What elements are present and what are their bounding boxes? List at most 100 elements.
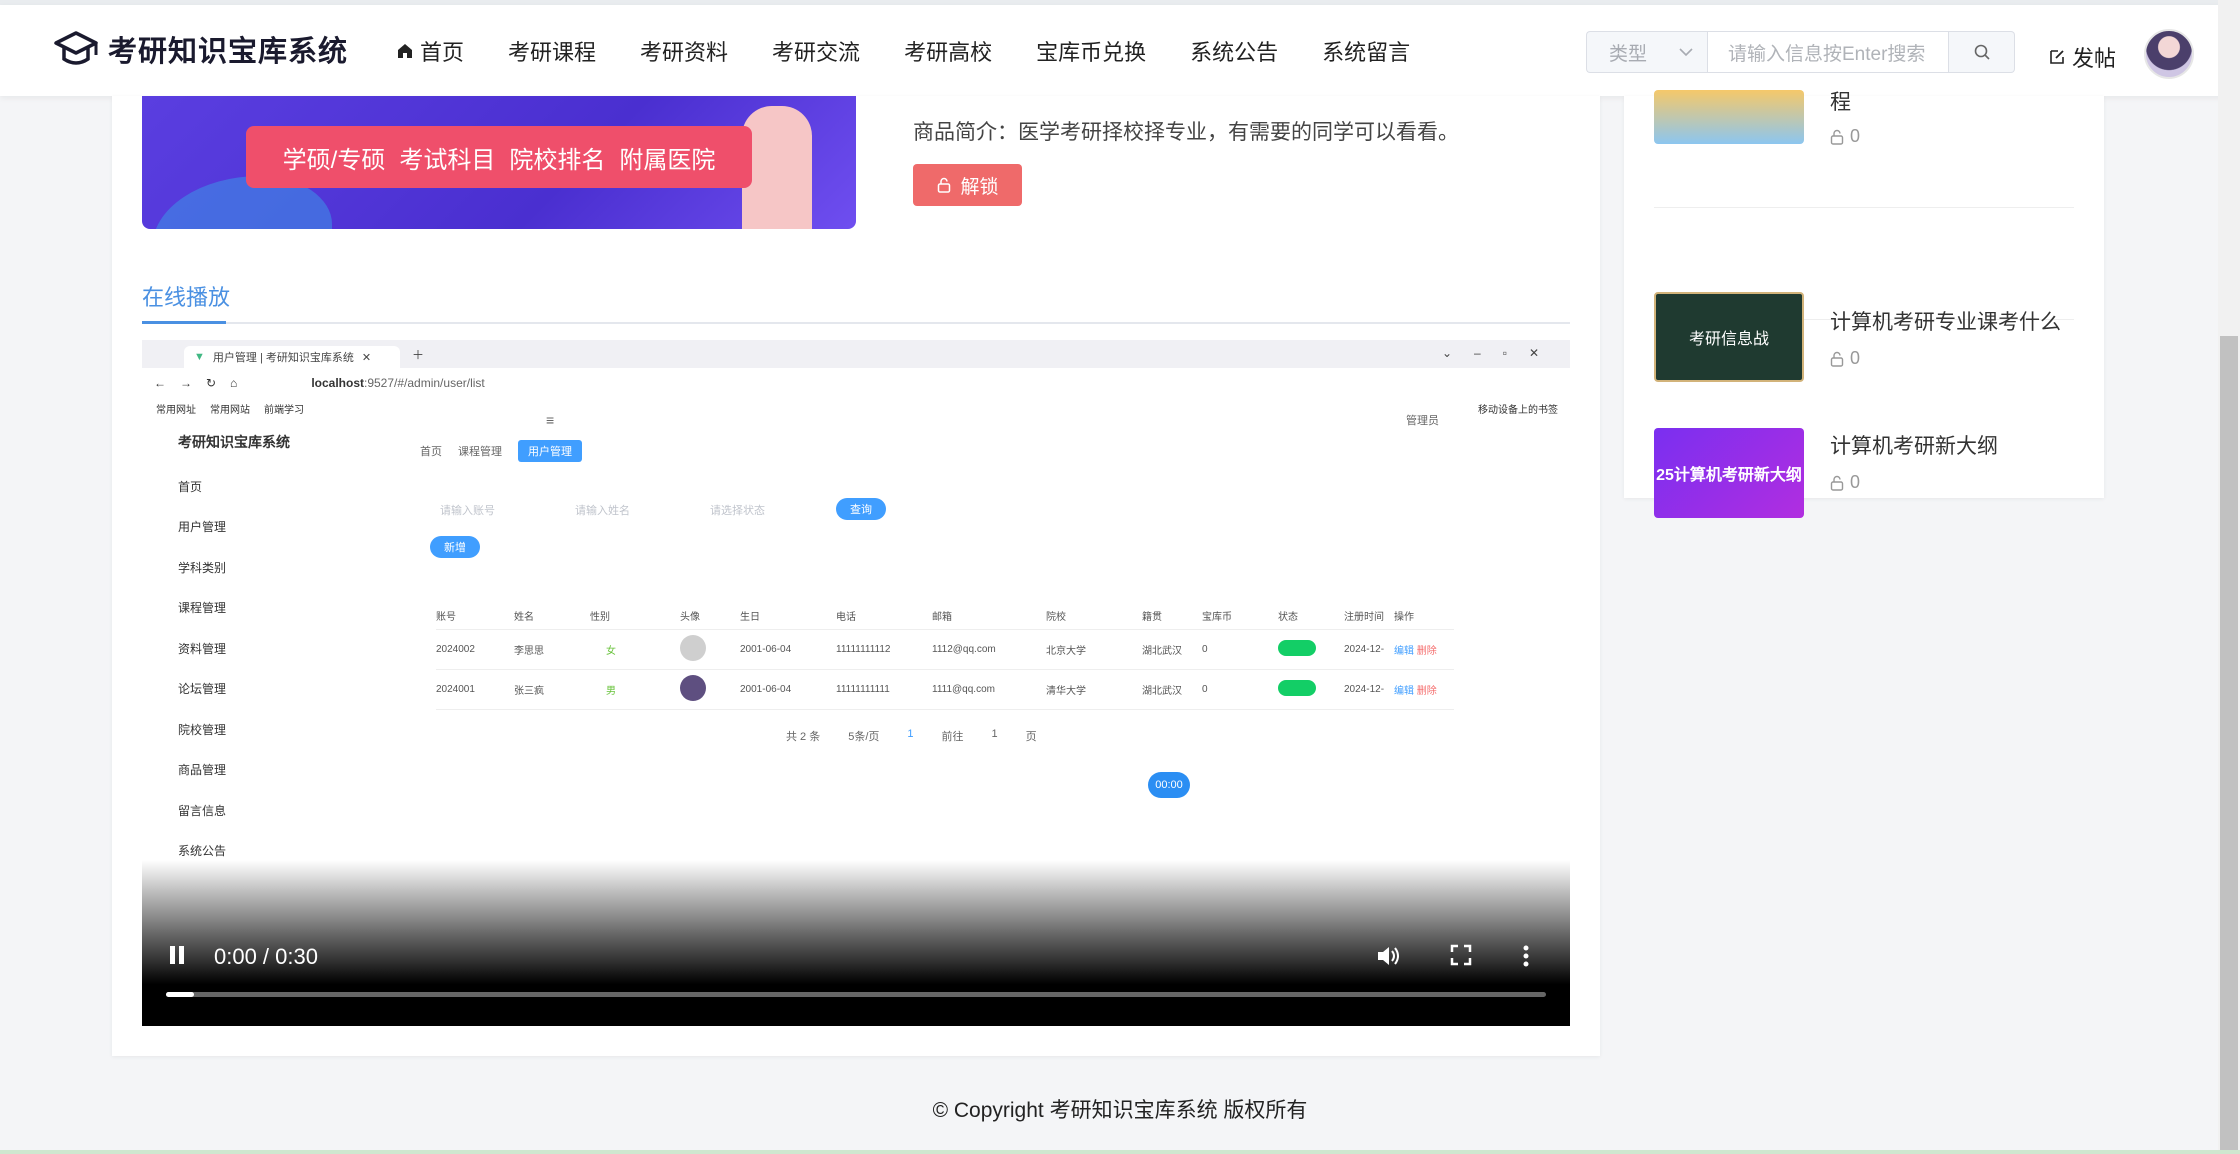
post-button[interactable]: 发帖: [2048, 41, 2116, 73]
video-edit-link: 编辑: [1394, 686, 1414, 697]
related-count-value: 0: [1850, 472, 1861, 492]
video-delete-link: 删除: [1416, 646, 1437, 657]
banner-tag: 考试科目: [399, 146, 496, 174]
search-button[interactable]: [1949, 31, 2015, 73]
search-icon: [1974, 44, 1990, 60]
video-cell: 2024001: [436, 684, 475, 695]
video-col: 院校: [1046, 612, 1066, 623]
fullscreen-icon: [1450, 944, 1472, 966]
search-type-select[interactable]: 类型: [1586, 31, 1707, 73]
video-col: 注册时间: [1344, 612, 1384, 623]
video-cell: 女: [606, 646, 616, 657]
video-crumb: 首页: [420, 446, 442, 458]
video-cell: 清华大学: [1046, 686, 1086, 697]
nav-home-label: 首页: [420, 39, 465, 65]
more-vert-icon: [1523, 945, 1529, 967]
video-table-row: 2024001 张三疯 男 2001-06-04 11111111111 111…: [436, 670, 1454, 710]
video-pager-input: 1: [991, 728, 998, 740]
related-count: 0: [1830, 126, 1860, 147]
menu-toggle-icon: ≡: [546, 412, 555, 428]
video-player[interactable]: ▼ 用户管理 | 考研知识宝库系统 ✕ ＋ ⌄–▫✕ ←→↻⌂ localhos…: [142, 340, 1570, 1026]
video-bookmark: 前端学习: [264, 404, 304, 416]
bottom-strip: [0, 1150, 2240, 1154]
video-cell: 李思思: [514, 646, 544, 657]
fullscreen-button[interactable]: [1450, 944, 1472, 971]
video-pager-unit: 页: [1025, 731, 1037, 743]
tab-online-play[interactable]: 在线播放: [142, 280, 230, 312]
video-progress-fill: [166, 992, 194, 997]
course-banner-image: 学硕/专硕 考试科目 院校排名 附属医院: [142, 96, 856, 229]
search-type-label: 类型: [1609, 43, 1648, 65]
page: 考研知识宝库系统 首页 考研课程 考研资料 考研交流 考研高校 宝库币兑换 系统…: [0, 0, 2240, 1154]
video-col: 头像: [680, 612, 700, 623]
video-bookmark: 常用网站: [210, 404, 250, 416]
lock-icon: [1830, 129, 1844, 145]
video-col: 邮箱: [932, 612, 952, 623]
video-recording-timer: 00:00: [1148, 772, 1190, 798]
related-thumbnail: 25计算机考研新大纲: [1654, 428, 1804, 518]
search-input[interactable]: 请输入信息按Enter搜索: [1707, 31, 1949, 73]
nav-materials[interactable]: 考研资料: [640, 35, 728, 67]
pause-button[interactable]: [168, 944, 186, 971]
product-intro: 商品简介：医学考研择校择专业，有需要的同学可以看看。: [913, 121, 1459, 144]
window-controls: ⌄–▫✕: [1442, 346, 1562, 360]
video-filter: 请输入姓名: [575, 505, 630, 517]
video-cell: 张三疯: [514, 686, 544, 697]
nav-coin-exchange[interactable]: 宝库币兑换: [1036, 35, 1146, 67]
video-menu-item: 用户管理: [178, 520, 227, 535]
related-item[interactable]: 程 0: [1654, 90, 2074, 208]
banner-decoration: [742, 106, 812, 229]
video-progress-bar[interactable]: [166, 992, 1546, 997]
scrollbar-thumb[interactable]: [2220, 336, 2238, 1152]
main-nav: 首页 考研课程 考研资料 考研交流 考研高校 宝库币兑换 系统公告 系统留言: [396, 5, 1454, 96]
user-avatar[interactable]: [2144, 29, 2194, 79]
video-menu-item: 院校管理: [178, 722, 227, 737]
video-breadcrumbs: 首页 课程管理 用户管理: [420, 440, 582, 462]
video-browser-tab-title: 用户管理 | 考研知识宝库系统: [212, 352, 354, 364]
site-header: 考研知识宝库系统 首页 考研课程 考研资料 考研交流 考研高校 宝库币兑换 系统…: [0, 5, 2240, 96]
video-bookmarks-bar: 常用网址 常用网站 前端学习 移动设备上的书签: [142, 398, 1570, 418]
video-col: 宝库币: [1202, 612, 1232, 623]
logo[interactable]: 考研知识宝库系统: [52, 25, 348, 73]
nav-home[interactable]: 首页: [396, 35, 464, 67]
scrollbar[interactable]: [2218, 0, 2240, 1154]
related-item[interactable]: 25计算机考研新大纲 计算机考研新大纲 0: [1654, 320, 2074, 518]
tab-divider: [142, 322, 1570, 324]
vue-icon: ▼: [194, 351, 205, 363]
nav-courses[interactable]: 考研课程: [508, 35, 596, 67]
video-cell: 2001-06-04: [740, 684, 792, 695]
more-options-button[interactable]: [1522, 944, 1530, 973]
video-delete-link: 删除: [1416, 686, 1437, 697]
plus-icon: ＋: [412, 348, 425, 362]
video-menu-item: 首页: [178, 479, 203, 494]
video-menu-item: 资料管理: [178, 641, 227, 656]
volume-icon: [1378, 947, 1399, 965]
video-cell: 0: [1202, 644, 1208, 655]
video-status-switch: [1278, 680, 1344, 699]
unlock-button[interactable]: 解锁: [913, 164, 1022, 206]
graduation-cap-icon: [54, 31, 98, 65]
nav-messages[interactable]: 系统留言: [1322, 35, 1410, 67]
video-menu-item: 论坛管理: [178, 682, 227, 697]
banner-tag: 附属医院: [619, 146, 716, 174]
related-item[interactable]: 考研信息战 计算机考研专业课考什么 0: [1654, 208, 2074, 382]
video-filters: 请输入账号 请输入姓名 请选择状态: [440, 502, 765, 518]
video-user-table: 账号 姓名 性别 头像 生日 电话 邮箱 院校 籍贯 宝库币 状态 注册时间 操…: [436, 602, 1454, 710]
video-col: 账号: [436, 612, 456, 623]
volume-button[interactable]: [1376, 944, 1402, 973]
post-label: 发帖: [2072, 46, 2117, 71]
video-col: 生日: [740, 612, 760, 623]
video-avatar: [680, 675, 740, 704]
video-col: 电话: [836, 612, 856, 623]
video-time: 0:00 / 0:30: [214, 944, 318, 969]
nav-forum[interactable]: 考研交流: [772, 35, 860, 67]
video-address-bar: ←→↻⌂ localhost :9527/#/admin/user/list: [142, 368, 1570, 398]
video-cell: 2024002: [436, 644, 475, 655]
pause-icon: [170, 946, 184, 964]
nav-announcements[interactable]: 系统公告: [1190, 35, 1278, 67]
video-query-button: 查询: [836, 498, 886, 520]
video-table-header: 账号 姓名 性别 头像 生日 电话 邮箱 院校 籍贯 宝库币 状态 注册时间 操…: [436, 602, 1454, 630]
video-pager-current: 1: [907, 728, 914, 740]
nav-universities[interactable]: 考研高校: [904, 35, 992, 67]
brand-name: 考研知识宝库系统: [108, 36, 349, 68]
